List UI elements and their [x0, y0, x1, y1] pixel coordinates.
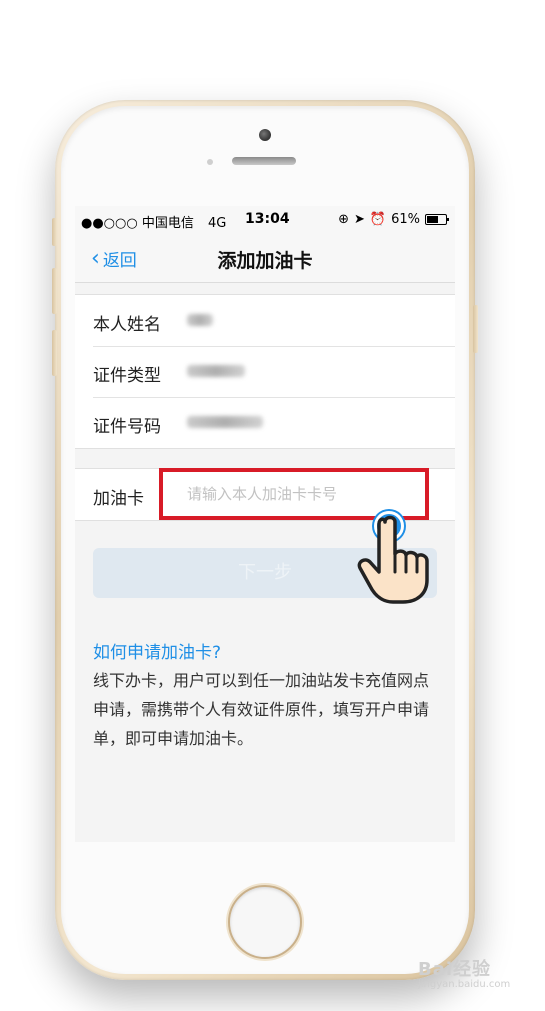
card-label: 加油卡 [93, 489, 144, 509]
status-icons: ⊕ ➤ ⏰ 61% [338, 212, 449, 227]
proximity-sensor [207, 159, 213, 165]
identity-group: 本人姓名 证件类型 证件号码 [75, 294, 455, 449]
mute-switch [52, 218, 57, 246]
volume-down-button [52, 330, 57, 376]
name-label: 本人姓名 [93, 315, 161, 335]
alarm-icon: ⏰ [369, 212, 387, 227]
id-type-value-redacted [187, 365, 245, 377]
volume-up-button [52, 268, 57, 314]
rotation-lock-icon: ⊕ [338, 212, 349, 227]
id-type-row: 证件类型 [75, 346, 455, 397]
id-number-value-redacted [187, 416, 263, 428]
name-value-redacted [187, 314, 213, 326]
carrier-text: ●●○○○ 中国电信 [81, 216, 194, 231]
hand-pointer-icon [357, 515, 429, 604]
navigation-bar: ‹ 返回 添加加油卡 [75, 232, 455, 283]
baidu-jingyan-watermark: Bai经验 jingyan.baidu.com [418, 955, 510, 990]
watermark-logo-text: Bai经验 [418, 959, 492, 980]
id-number-row: 证件号码 [75, 397, 455, 448]
power-button [473, 305, 478, 353]
location-arrow-icon: ➤ [354, 212, 365, 227]
id-type-label: 证件类型 [93, 366, 161, 386]
carrier-signal: ●●○○○ 中国电信 4G [81, 212, 226, 231]
network-type: 4G [208, 216, 227, 231]
clock: 13:04 [245, 211, 290, 227]
home-button[interactable] [228, 885, 302, 959]
help-title[interactable]: 如何申请加油卡? [93, 638, 221, 663]
id-number-label: 证件号码 [93, 417, 161, 437]
earpiece-speaker [232, 157, 296, 165]
name-row: 本人姓名 [75, 295, 455, 346]
status-bar: ●●○○○ 中国电信 4G 13:04 ⊕ ➤ ⏰ 61% [75, 206, 455, 232]
front-camera [259, 129, 271, 141]
battery-percent: 61% [391, 212, 420, 227]
watermark-url: jingyan.baidu.com [418, 979, 511, 990]
battery-icon [425, 214, 449, 225]
help-body: 线下办卡，用户可以到任一加油站发卡充值网点申请，需携带个人有效证件原件，填写开户… [93, 671, 430, 748]
page-title: 添加加油卡 [217, 250, 313, 272]
